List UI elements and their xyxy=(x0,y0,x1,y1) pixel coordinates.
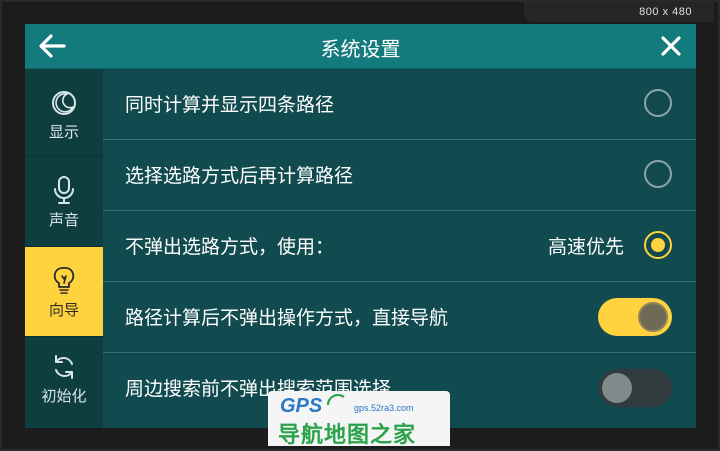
close-icon[interactable] xyxy=(660,35,682,57)
setting-label: 不弹出选路方式，使用： xyxy=(125,236,335,258)
sidebar-item-label: 声音 xyxy=(48,211,79,229)
toggle-direct-navigation[interactable] xyxy=(598,298,672,336)
resolution-tab: 800 x 480 xyxy=(524,0,714,22)
resolution-label: 800 x 480 xyxy=(639,6,692,18)
microphone-icon xyxy=(54,176,74,204)
setting-row-choose-route-mode[interactable]: 选择选路方式后再计算路径 xyxy=(103,140,696,211)
radio-default-route-mode[interactable] xyxy=(644,231,672,259)
page-title: 系统设置 xyxy=(320,37,401,61)
header-bar: 系统设置 xyxy=(25,24,696,69)
setting-label: 选择选路方式后再计算路径 xyxy=(125,165,354,187)
setting-row-four-routes[interactable]: 同时计算并显示四条路径 xyxy=(103,69,696,140)
sidebar-item-sound[interactable]: 声音 xyxy=(25,157,103,247)
settings-list: 同时计算并显示四条路径 选择选路方式后再计算路径 不弹出选路方式，使用： 高速优… xyxy=(103,69,696,428)
radio-choose-route-mode[interactable] xyxy=(644,160,672,188)
watermark-brand: GPS xyxy=(280,395,323,417)
setting-label: 同时计算并显示四条路径 xyxy=(125,94,335,116)
setting-row-direct-navigation[interactable]: 路径计算后不弹出操作方式，直接导航 xyxy=(103,282,696,353)
toggle-knob xyxy=(602,373,632,403)
sidebar-item-reset[interactable]: 初始化 xyxy=(25,337,103,428)
sidebar-item-label: 向导 xyxy=(48,301,79,319)
route-mode-value[interactable]: 高速优先 xyxy=(548,232,624,259)
signal-arc-icon xyxy=(326,393,345,406)
moon-icon xyxy=(52,91,76,115)
watermark-url: gps.52ra3.com xyxy=(354,403,414,413)
setting-label: 路径计算后不弹出操作方式，直接导航 xyxy=(125,307,449,329)
sidebar-item-guide[interactable]: 向导 xyxy=(25,247,103,337)
toggle-search-range[interactable] xyxy=(598,369,672,407)
watermark: GPS gps.52ra3.com 导航地图之家 xyxy=(268,391,450,448)
sidebar-item-label: 显示 xyxy=(48,123,79,141)
app-screen: 系统设置 显示 声音 向导 初始化 同时计算并显示四条路径 选择选路方式后再计算… xyxy=(25,24,696,428)
toggle-knob xyxy=(638,302,668,332)
refresh-icon xyxy=(55,355,73,379)
device-frame: 800 x 480 系统设置 显示 声音 向导 初始化 同时计算并显示四条路径 … xyxy=(0,0,720,451)
sidebar-item-display[interactable]: 显示 xyxy=(25,69,103,157)
setting-row-default-route-mode[interactable]: 不弹出选路方式，使用： 高速优先 xyxy=(103,211,696,282)
watermark-name: 导航地图之家 xyxy=(278,423,417,448)
lightbulb-icon xyxy=(53,267,75,294)
sidebar-item-label: 初始化 xyxy=(41,387,87,405)
radio-four-routes[interactable] xyxy=(644,89,672,117)
sidebar: 显示 声音 向导 初始化 xyxy=(25,69,103,428)
